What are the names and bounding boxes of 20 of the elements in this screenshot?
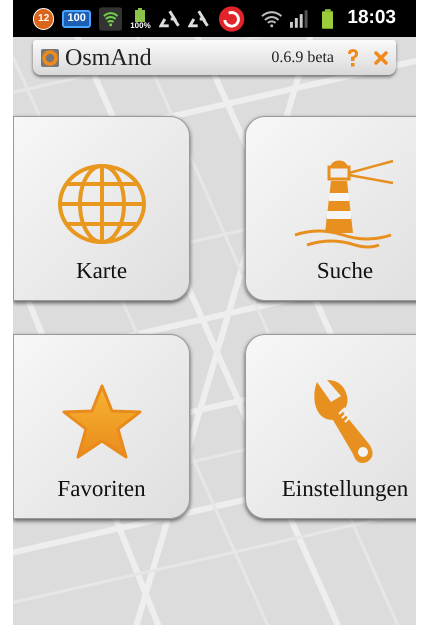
battery-icon (322, 8, 334, 28)
app-title: OsmAnd (65, 46, 152, 70)
menu-tile[interactable]: Suche (245, 116, 416, 301)
star-icon (62, 384, 142, 460)
globe-icon (58, 164, 146, 244)
notification-badge: 12 (33, 8, 54, 30)
clock: 18:03 (347, 6, 396, 30)
signal-icon (290, 10, 310, 28)
help-icon[interactable] (346, 48, 360, 68)
menu-tile[interactable]: Karte (13, 116, 190, 301)
menu-tile[interactable]: Einstellungen (245, 334, 416, 519)
version-label: 0.6.9 beta (271, 48, 334, 68)
battery-widget-level: 100 (62, 10, 91, 28)
menu-tile[interactable]: Favoriten (13, 334, 190, 519)
battery-icon (135, 8, 146, 22)
app-logo-icon (41, 48, 59, 66)
wifi-shield-icon (98, 6, 122, 30)
wifi-icon (260, 10, 282, 28)
close-icon[interactable] (374, 50, 388, 64)
battery-percent: 100% (130, 22, 151, 30)
